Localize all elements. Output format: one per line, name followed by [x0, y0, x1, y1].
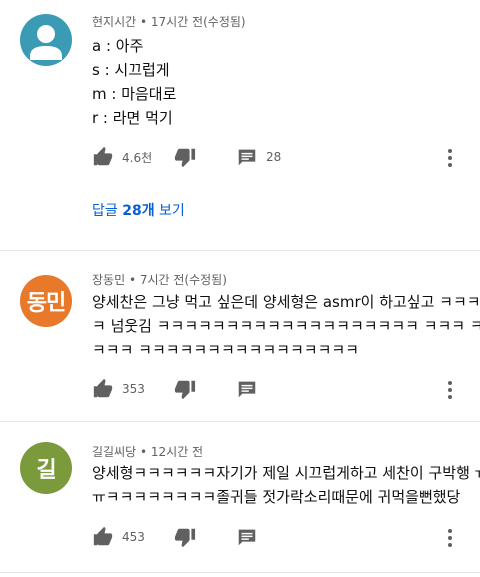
more-options-button[interactable]	[442, 146, 458, 170]
avatar[interactable]: 길	[20, 442, 72, 494]
more-vert-icon	[448, 149, 452, 167]
comment-actions: 453	[92, 526, 468, 550]
reply-button[interactable]: 28	[236, 146, 281, 168]
thumb-up-icon	[93, 526, 113, 546]
dislike-button[interactable]	[174, 526, 196, 548]
avatar-text: 동민	[26, 291, 66, 316]
avatar-text: 길	[36, 458, 56, 483]
comment-line: ㅋㅋㅋ ㅋㅋㅋㅋㅋㅋㅋㅋㅋㅋㅋㅋㅋㅋㅋㅋ	[92, 341, 359, 359]
comment-line: a : 아주	[92, 37, 144, 55]
comment-actions: 353	[92, 378, 468, 402]
like-button[interactable]: 453	[92, 526, 145, 548]
comment-text: a : 아주 s : 시끄럽게 m : 마음대로 r : 라면 먹기	[92, 34, 464, 130]
default-avatar-icon	[30, 25, 62, 60]
thumb-down-icon	[174, 148, 196, 168]
divider	[0, 572, 480, 573]
thumb-up-icon	[93, 146, 113, 166]
reply-button[interactable]	[236, 378, 258, 400]
thumb-up-icon	[93, 378, 113, 398]
comment-line: 양세형ㅋㅋㅋㅋㅋㅋ자기가 제일 시끄럽게하고 세찬이 구박행 ㅠ	[92, 464, 480, 482]
replies-count-emphasis: 28개	[122, 203, 155, 219]
comment-line: m : 마음대로	[92, 85, 177, 103]
comment-meta: 길길씨당 • 12시간 전	[92, 443, 203, 460]
comment-meta: 현지시간 • 17시간 전(수정됨)	[92, 13, 246, 30]
avatar[interactable]	[20, 14, 72, 66]
author-name[interactable]: 장동민	[92, 273, 125, 287]
like-count: 4.6천	[122, 150, 153, 165]
like-button[interactable]: 353	[92, 378, 145, 400]
author-name[interactable]: 현지시간	[92, 15, 136, 29]
meta-separator: •	[125, 273, 140, 287]
meta-separator: •	[136, 15, 151, 29]
comment-line: r : 라면 먹기	[92, 109, 173, 127]
avatar[interactable]: 동민	[20, 275, 72, 327]
like-count: 453	[122, 530, 145, 544]
more-vert-icon	[448, 381, 452, 399]
comment-meta: 장동민 • 7시간 전(수정됨)	[92, 271, 227, 288]
comment-text: 양세형ㅋㅋㅋㅋㅋㅋ자기가 제일 시끄럽게하고 세찬이 구박행 ㅠ ㅠㅋㅋㅋㅋㅋㅋ…	[92, 461, 480, 509]
like-button[interactable]: 4.6천	[92, 146, 152, 168]
more-options-button[interactable]	[442, 526, 458, 550]
like-count: 353	[122, 382, 145, 396]
more-options-button[interactable]	[442, 378, 458, 402]
comment-actions: 4.6천 28	[92, 146, 468, 170]
timestamp: 17시간 전(수정됨)	[150, 15, 246, 29]
divider	[0, 250, 480, 251]
dislike-button[interactable]	[174, 378, 196, 400]
reply-button[interactable]	[236, 526, 258, 548]
timestamp: 7시간 전(수정됨)	[139, 273, 227, 287]
thumb-down-icon	[174, 528, 196, 548]
meta-separator: •	[136, 445, 151, 459]
timestamp: 12시간 전	[150, 445, 204, 459]
divider	[0, 421, 480, 422]
author-name[interactable]: 길길씨당	[92, 445, 136, 459]
comment-line: 양세찬은 그냥 먹고 싶은데 양세형은 asmr이 하고싶고 ㅋㅋㅋ	[92, 293, 480, 311]
reply-icon	[238, 381, 256, 398]
comment-line: s : 시끄럽게	[92, 61, 170, 79]
reply-count: 28	[266, 150, 282, 164]
more-vert-icon	[448, 529, 452, 547]
reply-icon	[238, 529, 256, 546]
thumb-down-icon	[174, 380, 196, 400]
reply-icon	[238, 149, 256, 166]
comment-text: 양세찬은 그냥 먹고 싶은데 양세형은 asmr이 하고싶고 ㅋㅋㅋ ㅋ 넘웃김…	[92, 290, 480, 362]
comment-line: ㅠㅋㅋㅋㅋㅋㅋㅋㅋ졸귀들 젓가락소리때문에 귀먹을뻔했당	[92, 488, 461, 506]
comment-line: ㅋ 넘웃김 ㅋㅋㅋㅋㅋㅋㅋㅋㅋㅋㅋㅋㅋㅋㅋㅋㅋㅋㅋ ㅋㅋㅋ ㅋㅋ	[92, 317, 480, 335]
view-replies-link[interactable]: 답글 28개 보기	[92, 200, 185, 220]
dislike-button[interactable]	[174, 146, 196, 168]
